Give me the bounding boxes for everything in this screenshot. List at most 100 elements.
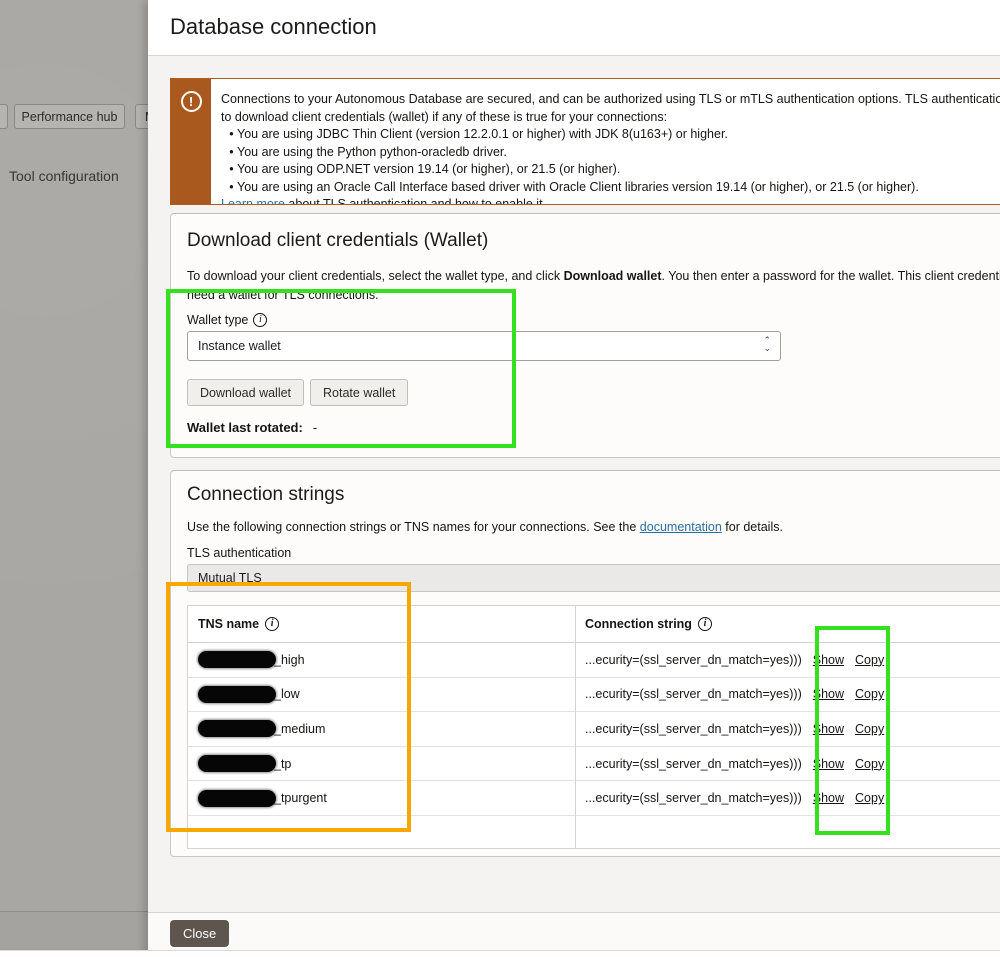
tns-name-header-label: TNS name	[198, 617, 259, 631]
tls-authentication-value: Mutual TLS	[198, 571, 262, 585]
rotate-wallet-button[interactable]: Rotate wallet	[310, 379, 408, 406]
partial-button-left[interactable]	[0, 104, 8, 129]
conn-desc-pre: Use the following connection strings or …	[187, 520, 640, 534]
bullet-text: You are using ODP.NET version 19.14 (or …	[237, 162, 620, 176]
copy-link[interactable]: Copy	[855, 757, 884, 771]
page-bottom-edge	[0, 950, 1000, 957]
panel-header: Database connection	[148, 0, 1000, 56]
wallet-section-heading: Download client credentials (Wallet)	[187, 230, 488, 252]
tls-authentication-select[interactable]: Mutual TLS	[187, 564, 1000, 592]
tns-suffix: _low	[274, 687, 300, 701]
select-chevrons-icon: ⌃ ⌄	[763, 336, 771, 352]
connection-string-value: ...ecurity=(ssl_server_dn_match=yes)))	[585, 687, 802, 701]
wallet-last-rotated: Wallet last rotated:-	[187, 420, 317, 435]
connection-string-header: Connection string i	[575, 617, 712, 631]
connection-strings-section: Connection strings Use the following con…	[170, 470, 1000, 857]
banner-accent-strip: !	[171, 79, 211, 204]
tns-name-cell: _tp	[188, 755, 575, 772]
wallet-type-select[interactable]: Instance wallet ⌃ ⌄	[187, 331, 781, 361]
connection-string-cell: ...ecurity=(ssl_server_dn_match=yes))) S…	[575, 791, 884, 805]
redacted-tns-name	[198, 755, 276, 772]
tns-name-cell: _high	[188, 651, 575, 668]
wallet-desc-bold: Download wallet	[564, 269, 662, 283]
connection-string-cell: ...ecurity=(ssl_server_dn_match=yes))) S…	[575, 653, 884, 667]
connection-string-header-label: Connection string	[585, 617, 692, 631]
redacted-tns-name	[198, 651, 276, 668]
tns-suffix: _tpurgent	[274, 791, 327, 805]
connection-string-cell: ...ecurity=(ssl_server_dn_match=yes))) S…	[575, 687, 884, 701]
table-column-divider	[575, 606, 576, 848]
tns-suffix: _high	[274, 653, 305, 667]
learn-more-link[interactable]: Learn more	[221, 197, 285, 204]
tool-configuration-label: Tool configuration	[9, 168, 119, 184]
connection-string-value: ...ecurity=(ssl_server_dn_match=yes)))	[585, 722, 802, 736]
connection-description: Use the following connection strings or …	[187, 520, 783, 534]
banner-bullet: •You are using an Oracle Call Interface …	[221, 179, 1000, 197]
wallet-last-rotated-value: -	[313, 420, 317, 435]
info-icon[interactable]: i	[253, 313, 267, 327]
copy-link[interactable]: Copy	[855, 791, 884, 805]
show-link[interactable]: Show	[813, 687, 844, 701]
table-row: _low ...ecurity=(ssl_server_dn_match=yes…	[188, 678, 1000, 713]
connection-string-value: ...ecurity=(ssl_server_dn_match=yes)))	[585, 653, 802, 667]
dimmed-background: Performance hub M Tool configuration	[0, 0, 148, 950]
info-icon[interactable]: i	[698, 617, 712, 631]
copy-link[interactable]: Copy	[855, 687, 884, 701]
table-header-row: TNS name i Connection string i	[188, 606, 1000, 643]
background-lower-area	[0, 912, 148, 950]
tns-name-cell: _medium	[188, 720, 575, 737]
wallet-description-line2: need a wallet for TLS connections.	[187, 288, 379, 302]
tls-authentication-label: TLS authentication	[187, 546, 291, 560]
banner-bullet: •You are using the Python python-oracled…	[221, 144, 1000, 162]
page-title: Database connection	[170, 14, 377, 40]
bullet-text: You are using an Oracle Call Interface b…	[237, 180, 919, 194]
show-link[interactable]: Show	[813, 757, 844, 771]
connection-strings-table: TNS name i Connection string i _high ...…	[187, 605, 1000, 849]
redacted-tns-name	[198, 686, 276, 703]
tns-name-header: TNS name i	[188, 617, 575, 631]
conn-desc-post: for details.	[722, 520, 783, 534]
partial-button-right[interactable]: M	[135, 104, 148, 129]
banner-line-1: Connections to your Autonomous Database …	[221, 91, 1000, 109]
download-wallet-button[interactable]: Download wallet	[187, 379, 304, 406]
banner-bullet: •You are using JDBC Thin Client (version…	[221, 126, 1000, 144]
table-row: _high ...ecurity=(ssl_server_dn_match=ye…	[188, 643, 1000, 678]
banner-text: Connections to your Autonomous Database …	[211, 79, 1000, 204]
chevron-down-icon: ⌄	[763, 344, 771, 352]
tns-suffix: _medium	[274, 722, 325, 736]
copy-link[interactable]: Copy	[855, 653, 884, 667]
tns-name-cell: _low	[188, 686, 575, 703]
wallet-last-rotated-label: Wallet last rotated:	[187, 420, 303, 435]
wallet-type-label: Wallet type	[187, 313, 248, 327]
connection-string-cell: ...ecurity=(ssl_server_dn_match=yes))) S…	[575, 757, 884, 771]
connection-string-cell: ...ecurity=(ssl_server_dn_match=yes))) S…	[575, 722, 884, 736]
table-row: _tpurgent ...ecurity=(ssl_server_dn_matc…	[188, 781, 1000, 816]
documentation-link[interactable]: documentation	[640, 520, 722, 534]
wallet-desc-post: . You then enter a password for the wall…	[662, 269, 1000, 283]
bullet-icon: •	[226, 179, 237, 197]
copy-link[interactable]: Copy	[855, 722, 884, 736]
download-wallet-section: Download client credentials (Wallet) To …	[170, 213, 1000, 458]
banner-line-2: to download client credentials (wallet) …	[221, 109, 1000, 127]
bullet-icon: •	[226, 161, 237, 179]
bullet-icon: •	[226, 126, 237, 144]
show-link[interactable]: Show	[813, 722, 844, 736]
connection-string-value: ...ecurity=(ssl_server_dn_match=yes)))	[585, 791, 802, 805]
tns-name-cell: _tpurgent	[188, 790, 575, 807]
performance-hub-button[interactable]: Performance hub	[14, 104, 125, 129]
redacted-tns-name	[198, 720, 276, 737]
close-button[interactable]: Close	[170, 920, 229, 947]
bullet-icon: •	[226, 144, 237, 162]
info-icon[interactable]: i	[265, 617, 279, 631]
learn-more-rest: about TLS authentication and how to enab…	[285, 197, 546, 204]
connection-string-value: ...ecurity=(ssl_server_dn_match=yes)))	[585, 757, 802, 771]
show-link[interactable]: Show	[813, 653, 844, 667]
show-link[interactable]: Show	[813, 791, 844, 805]
wallet-type-value: Instance wallet	[198, 339, 281, 353]
bullet-text: You are using the Python python-oracledb…	[237, 145, 507, 159]
banner-learn-more-line: Learn more about TLS authentication and …	[221, 196, 1000, 204]
wallet-description-line1: To download your client credentials, sel…	[187, 269, 1000, 283]
tns-suffix: _tp	[274, 757, 291, 771]
panel-footer: Close	[148, 912, 1000, 950]
table-row: _medium ...ecurity=(ssl_server_dn_match=…	[188, 712, 1000, 747]
